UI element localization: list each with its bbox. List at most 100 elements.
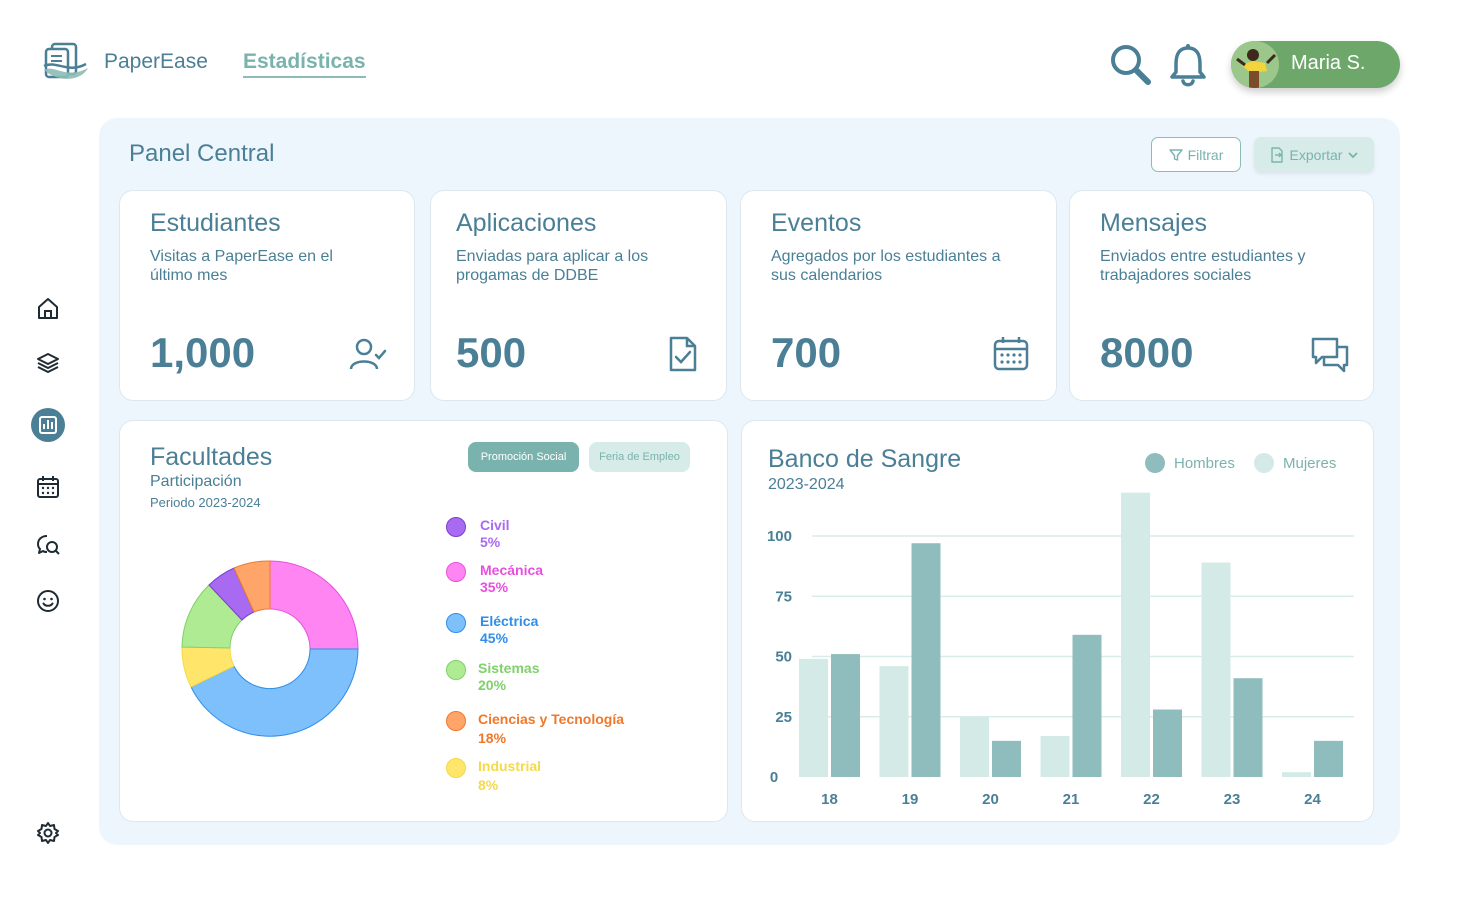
bar-mujeres-20 — [960, 716, 989, 777]
gear-icon[interactable] — [33, 818, 63, 848]
stat-value: 1,000 — [150, 329, 256, 376]
facultades-title: Facultades — [150, 443, 273, 471]
legend-hombres: Hombres — [1145, 453, 1235, 473]
legend-dot — [446, 660, 466, 680]
legend-percent: 5% — [480, 534, 501, 550]
legend-label-hombres: Hombres — [1174, 454, 1235, 472]
y-tick-label: 0 — [770, 769, 778, 786]
user-name: Maria S. — [1291, 52, 1366, 74]
stat-title: Aplicaciones — [456, 209, 597, 237]
bar-mujeres-19 — [879, 666, 909, 777]
home-icon[interactable] — [33, 293, 63, 323]
y-tick-label: 75 — [775, 588, 792, 605]
layers-icon[interactable] — [33, 348, 63, 378]
legend-percent: 18% — [478, 730, 507, 746]
x-tick-label: 24 — [1304, 791, 1321, 808]
legend-dot-mujeres — [1254, 453, 1274, 473]
y-tick-label: 25 — [775, 709, 792, 726]
tab-feria-empleo[interactable]: Feria de Empleo — [589, 442, 690, 472]
stat-value: 8000 — [1100, 329, 1194, 376]
legend-dot — [446, 711, 466, 731]
stat-description: Visitas a PaperEase en el último mes — [150, 248, 333, 284]
legend-dot — [446, 758, 466, 778]
bar-hombres-22 — [1153, 709, 1182, 777]
banco-sangre-card: 0 25 50 75 100 18 19 20 21 22 23 24 Banco de Sangre… — [741, 420, 1374, 822]
legend-mujeres: Mujeres — [1254, 453, 1336, 473]
export-button[interactable]: Exportar — [1254, 137, 1374, 172]
stat-title: Estudiantes — [150, 209, 281, 237]
legend-dot — [446, 562, 466, 582]
stat-value: 700 — [771, 329, 842, 376]
stat-title: Mensajes — [1100, 209, 1207, 237]
stat-description: Enviados entre estudiantes y trabajadore… — [1100, 248, 1306, 284]
y-tick-label: 50 — [775, 649, 792, 666]
legend-name: Mecánica — [480, 562, 544, 578]
calendar-icon — [991, 333, 1031, 373]
bar-mujeres-21 — [1040, 736, 1070, 777]
legend-percent: 20% — [478, 677, 507, 693]
calendar-icon[interactable] — [33, 472, 63, 502]
chevron-down-icon — [1348, 151, 1359, 158]
search-icon[interactable] — [1108, 42, 1154, 88]
user-menu[interactable]: Maria S. — [1231, 41, 1400, 88]
bell-icon[interactable] — [1168, 42, 1208, 88]
x-tick-label: 19 — [902, 791, 919, 808]
export-file-icon — [1270, 146, 1283, 163]
stat-card-mensajes: Mensajes Enviados entre estudiantes y tr… — [1069, 190, 1374, 401]
legend-name: Ciencias y Tecnología — [478, 711, 625, 727]
tab-estadisticas[interactable]: Estadísticas — [243, 50, 366, 78]
legend-percent: 45% — [480, 630, 509, 646]
filter-icon — [1168, 148, 1183, 161]
stat-description: Enviadas para aplicar a los progamas de … — [456, 248, 649, 284]
stat-value: 500 — [456, 329, 527, 376]
filter-label: Filtrar — [1187, 146, 1224, 163]
bar-hombres-18 — [831, 654, 860, 777]
chart-subtitle: 2023-2024 — [768, 476, 845, 493]
legend-name: Industrial — [478, 758, 542, 774]
stat-card-aplicaciones: Aplicaciones Enviadas para aplicar a los… — [430, 190, 727, 401]
file-check-icon — [663, 334, 703, 374]
stat-card-eventos: Eventos Agregados por los estudiantes a … — [740, 190, 1057, 401]
page-title: Panel Central — [129, 140, 275, 167]
chart-title: Banco de Sangre — [768, 445, 962, 473]
tab-promocion-social[interactable]: Promoción Social — [468, 442, 579, 472]
chat-search-icon[interactable] — [33, 530, 63, 560]
legend-dot — [446, 613, 466, 633]
smiley-icon[interactable] — [33, 586, 63, 616]
legend-percent: 35% — [480, 579, 509, 595]
legend-name: Sistemas — [478, 660, 540, 676]
legend-dot-hombres — [1145, 453, 1165, 473]
x-tick-label: 23 — [1224, 791, 1241, 808]
avatar — [1231, 41, 1279, 88]
central-panel: Panel Central Filtrar Exportar Estudiant… — [99, 118, 1400, 845]
bar-mujeres-22 — [1121, 492, 1150, 777]
user-check-icon — [348, 335, 388, 375]
donut-slice-mecanica — [269, 560, 359, 650]
export-label: Exportar — [1289, 146, 1343, 163]
legend-label-mujeres: Mujeres — [1283, 454, 1337, 472]
bar-mujeres-23 — [1201, 562, 1231, 777]
y-tick-label: 100 — [767, 528, 792, 545]
legend-name: Eléctrica — [480, 613, 539, 629]
messages-icon — [1310, 335, 1350, 375]
legend-dot — [446, 517, 466, 537]
x-tick-label: 20 — [982, 791, 999, 808]
x-tick-label: 21 — [1063, 791, 1080, 808]
bar-hombres-24 — [1314, 740, 1343, 777]
bar-hombres-21 — [1072, 634, 1102, 777]
bar-hombres-19 — [911, 543, 941, 777]
paperease-logo[interactable] — [42, 40, 92, 86]
stat-title: Eventos — [771, 209, 862, 237]
stat-card-estudiantes: Estudiantes Visitas a PaperEase en el úl… — [119, 190, 415, 401]
x-tick-label: 22 — [1143, 791, 1160, 808]
x-tick-label: 18 — [821, 791, 838, 808]
legend-name: Civil — [480, 517, 510, 533]
bar-hombres-23 — [1233, 678, 1263, 777]
stat-description: Agregados por los estudiantes a sus cale… — [771, 248, 1001, 284]
chart-icon[interactable] — [31, 408, 65, 442]
facultades-donut-chart — [181, 560, 359, 737]
facultades-card: Facultades Participación Periodo 2023-20… — [119, 420, 728, 822]
facultades-period: Periodo 2023-2024 — [150, 495, 261, 510]
bar-hombres-20 — [992, 740, 1021, 777]
filter-button[interactable]: Filtrar — [1151, 137, 1241, 172]
